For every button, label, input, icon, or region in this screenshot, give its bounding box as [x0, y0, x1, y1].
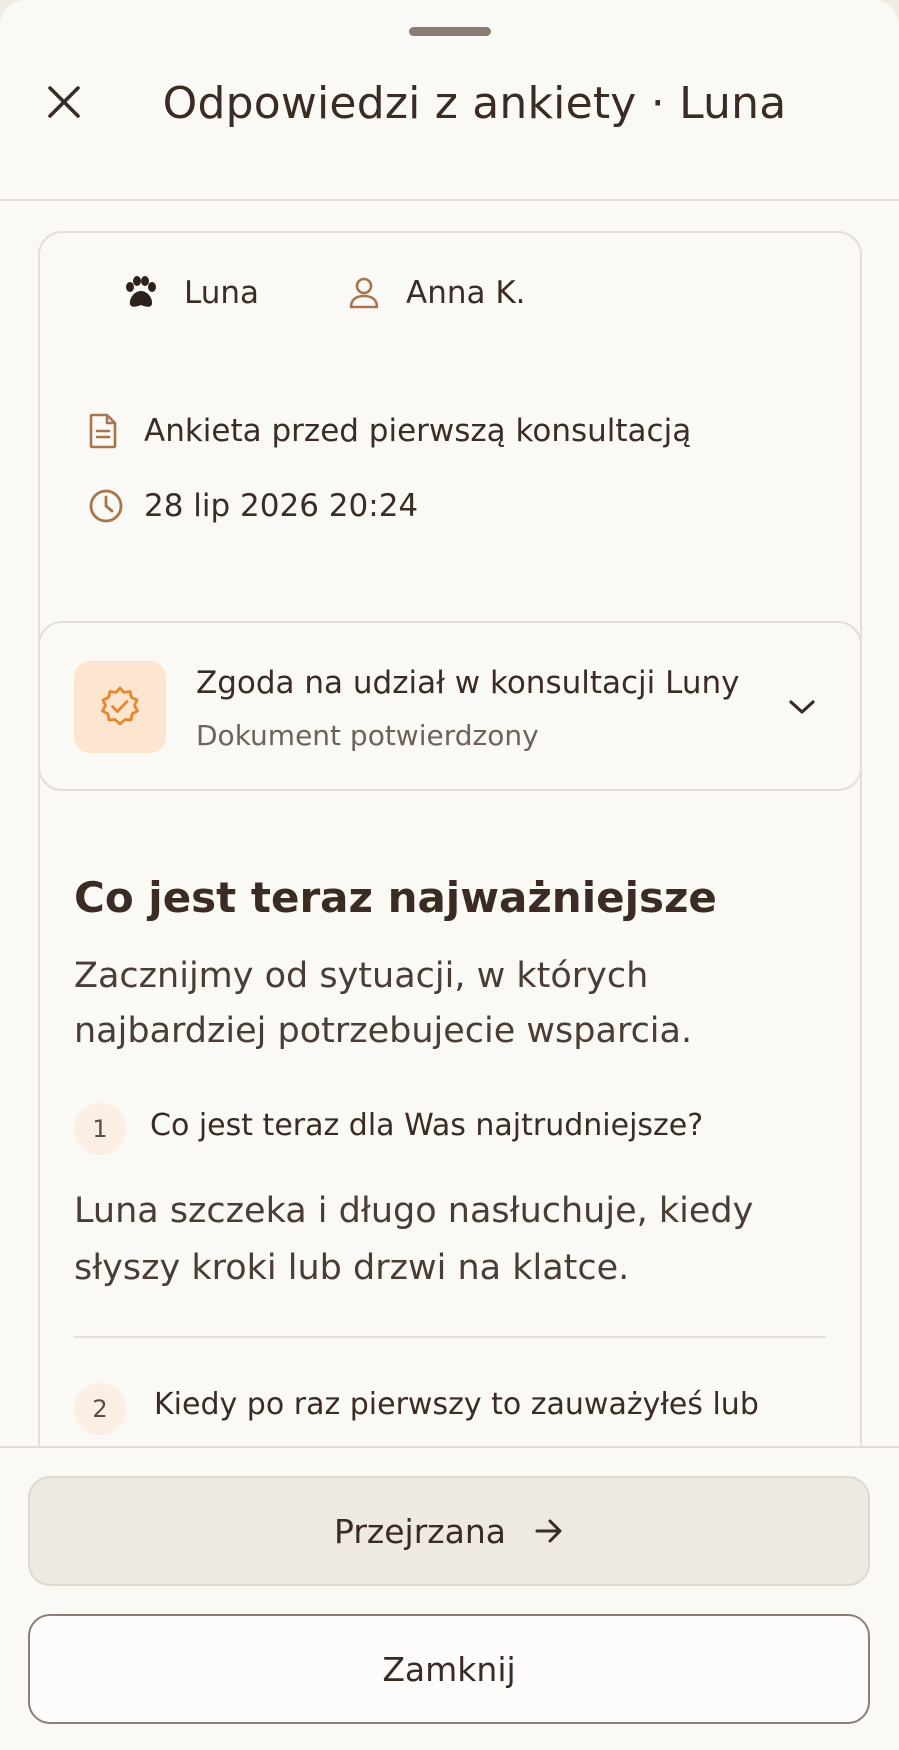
close-icon [48, 86, 80, 118]
bottom-sheet: Odpowiedzi z ankiety · Luna Luna Anna K.… [0, 0, 899, 1750]
survey-card: Luna Anna K. Ankieta przed pierwszą kons… [38, 231, 862, 1446]
divider [74, 1336, 826, 1338]
arrow-right-icon [535, 1519, 562, 1543]
verified-badge-icon [101, 686, 139, 726]
owner-info: Anna K. [348, 273, 526, 313]
consent-badge [74, 661, 166, 753]
mark-reviewed-label: Przejrzana [334, 1511, 506, 1551]
paw-icon [122, 273, 184, 313]
close-sheet-button[interactable]: Zamknij [28, 1614, 870, 1724]
consent-status: Dokument potwierdzony [196, 719, 539, 752]
chevron-down-icon[interactable] [784, 689, 820, 725]
question-text-1: Co jest teraz dla Was najtrudniejsze? [150, 1108, 704, 1143]
submitted-time: 28 lip 2026 20:24 [88, 486, 418, 526]
sheet-header: Odpowiedzi z ankiety · Luna [0, 0, 899, 201]
question-number-1: 1 [74, 1103, 126, 1155]
question-answer-1: Luna szczeka i długo nasłuchuje, kiedy s… [74, 1191, 754, 1288]
owner-name: Anna K. [406, 275, 526, 311]
submitted-at: 28 lip 2026 20:24 [144, 488, 419, 524]
clock-icon [88, 486, 144, 526]
pet-info: Luna [122, 273, 259, 313]
question-text-2: Kiedy po raz pierwszy to zauważyłeś lub [154, 1387, 759, 1422]
consent-title: Zgoda na udział w konsultacji Luny [196, 665, 740, 701]
form-name: Ankieta przed pierwszą konsultacją [144, 413, 692, 449]
document-icon [88, 411, 144, 451]
action-footer: Przejrzana Zamknij [0, 1446, 899, 1750]
close-button[interactable] [36, 74, 92, 130]
close-sheet-label: Zamknij [382, 1649, 516, 1689]
person-icon [348, 273, 406, 313]
page-title: Odpowiedzi z ankiety · Luna [162, 78, 787, 129]
section-title: Co jest teraz najważniejsze [74, 873, 717, 922]
mark-reviewed-button[interactable]: Przejrzana [28, 1476, 870, 1586]
consent-document-card[interactable]: Zgoda na udział w konsultacji Luny Dokum… [38, 621, 862, 791]
form-info: Ankieta przed pierwszą konsultacją [88, 411, 691, 451]
content-scroll-area[interactable]: Luna Anna K. Ankieta przed pierwszą kons… [0, 203, 899, 1446]
drag-handle[interactable] [409, 27, 491, 36]
section-description: Zacznijmy od sytuacji, w których najbard… [74, 956, 693, 1051]
question-number-2: 2 [74, 1383, 126, 1435]
pet-name: Luna [184, 275, 260, 311]
